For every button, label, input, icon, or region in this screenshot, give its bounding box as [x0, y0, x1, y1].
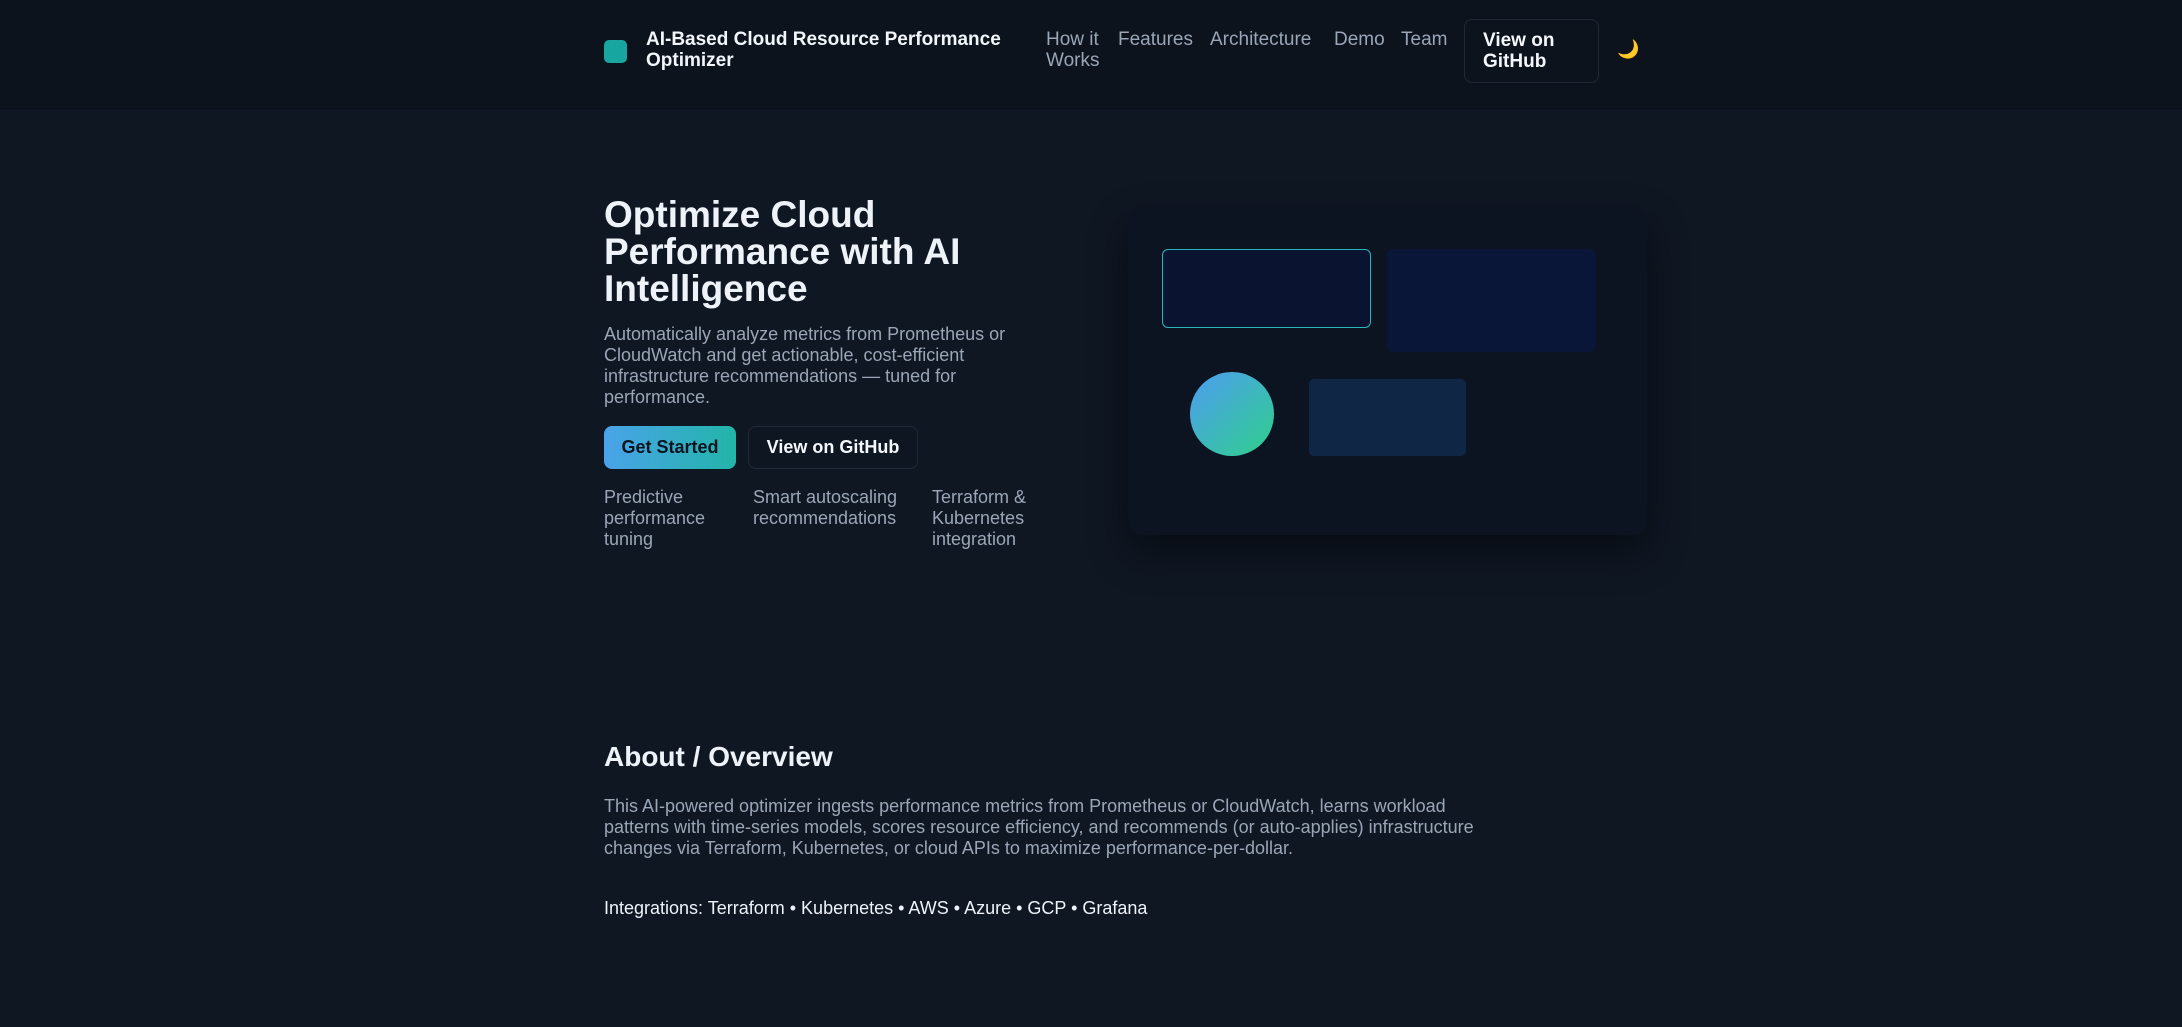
moon-icon[interactable]: 🌙 — [1617, 39, 1639, 59]
illustration-panel-outlined — [1162, 249, 1371, 328]
top-navbar: AI-Based Cloud Resource Performance Opti… — [0, 0, 2182, 111]
brand-title: AI-Based Cloud Resource Performance Opti… — [646, 29, 1001, 71]
feature-item-terraform-kubernetes: Terraform & Kubernetes integration — [932, 487, 1027, 549]
brand[interactable]: AI-Based Cloud Resource Performance Opti… — [604, 29, 1006, 71]
nav-link-team[interactable]: Team — [1401, 29, 1447, 50]
nav-link-demo[interactable]: Demo — [1334, 29, 1385, 50]
get-started-button[interactable]: Get Started — [604, 426, 736, 469]
view-on-github-button[interactable]: View on GitHub — [748, 426, 918, 469]
about-description: This AI-powered optimizer ingests perfor… — [604, 796, 1474, 858]
nav-link-architecture[interactable]: Architecture — [1210, 29, 1311, 50]
illustration-panel-small — [1309, 379, 1466, 456]
nav-link-features[interactable]: Features — [1118, 29, 1193, 50]
logo-icon — [604, 40, 627, 63]
illustration-gradient-circle — [1190, 372, 1274, 456]
view-on-github-nav-button[interactable]: View on GitHub — [1464, 19, 1599, 83]
feature-item-performance-tuning: Predictive performance tuning — [604, 487, 706, 549]
illustration-panel-dark — [1387, 249, 1596, 352]
hero-title: Optimize Cloud Performance with AI Intel… — [604, 194, 961, 309]
nav-link-how-it-works[interactable]: How it Works — [1046, 29, 1116, 71]
integrations-list: Integrations: Terraform • Kubernetes • A… — [604, 898, 1148, 918]
hero-illustration — [1128, 207, 1647, 535]
about-title: About / Overview — [604, 741, 833, 772]
hero-description: Automatically analyze metrics from Prome… — [604, 324, 1006, 407]
feature-item-autoscaling: Smart autoscaling recommendations — [753, 487, 898, 528]
